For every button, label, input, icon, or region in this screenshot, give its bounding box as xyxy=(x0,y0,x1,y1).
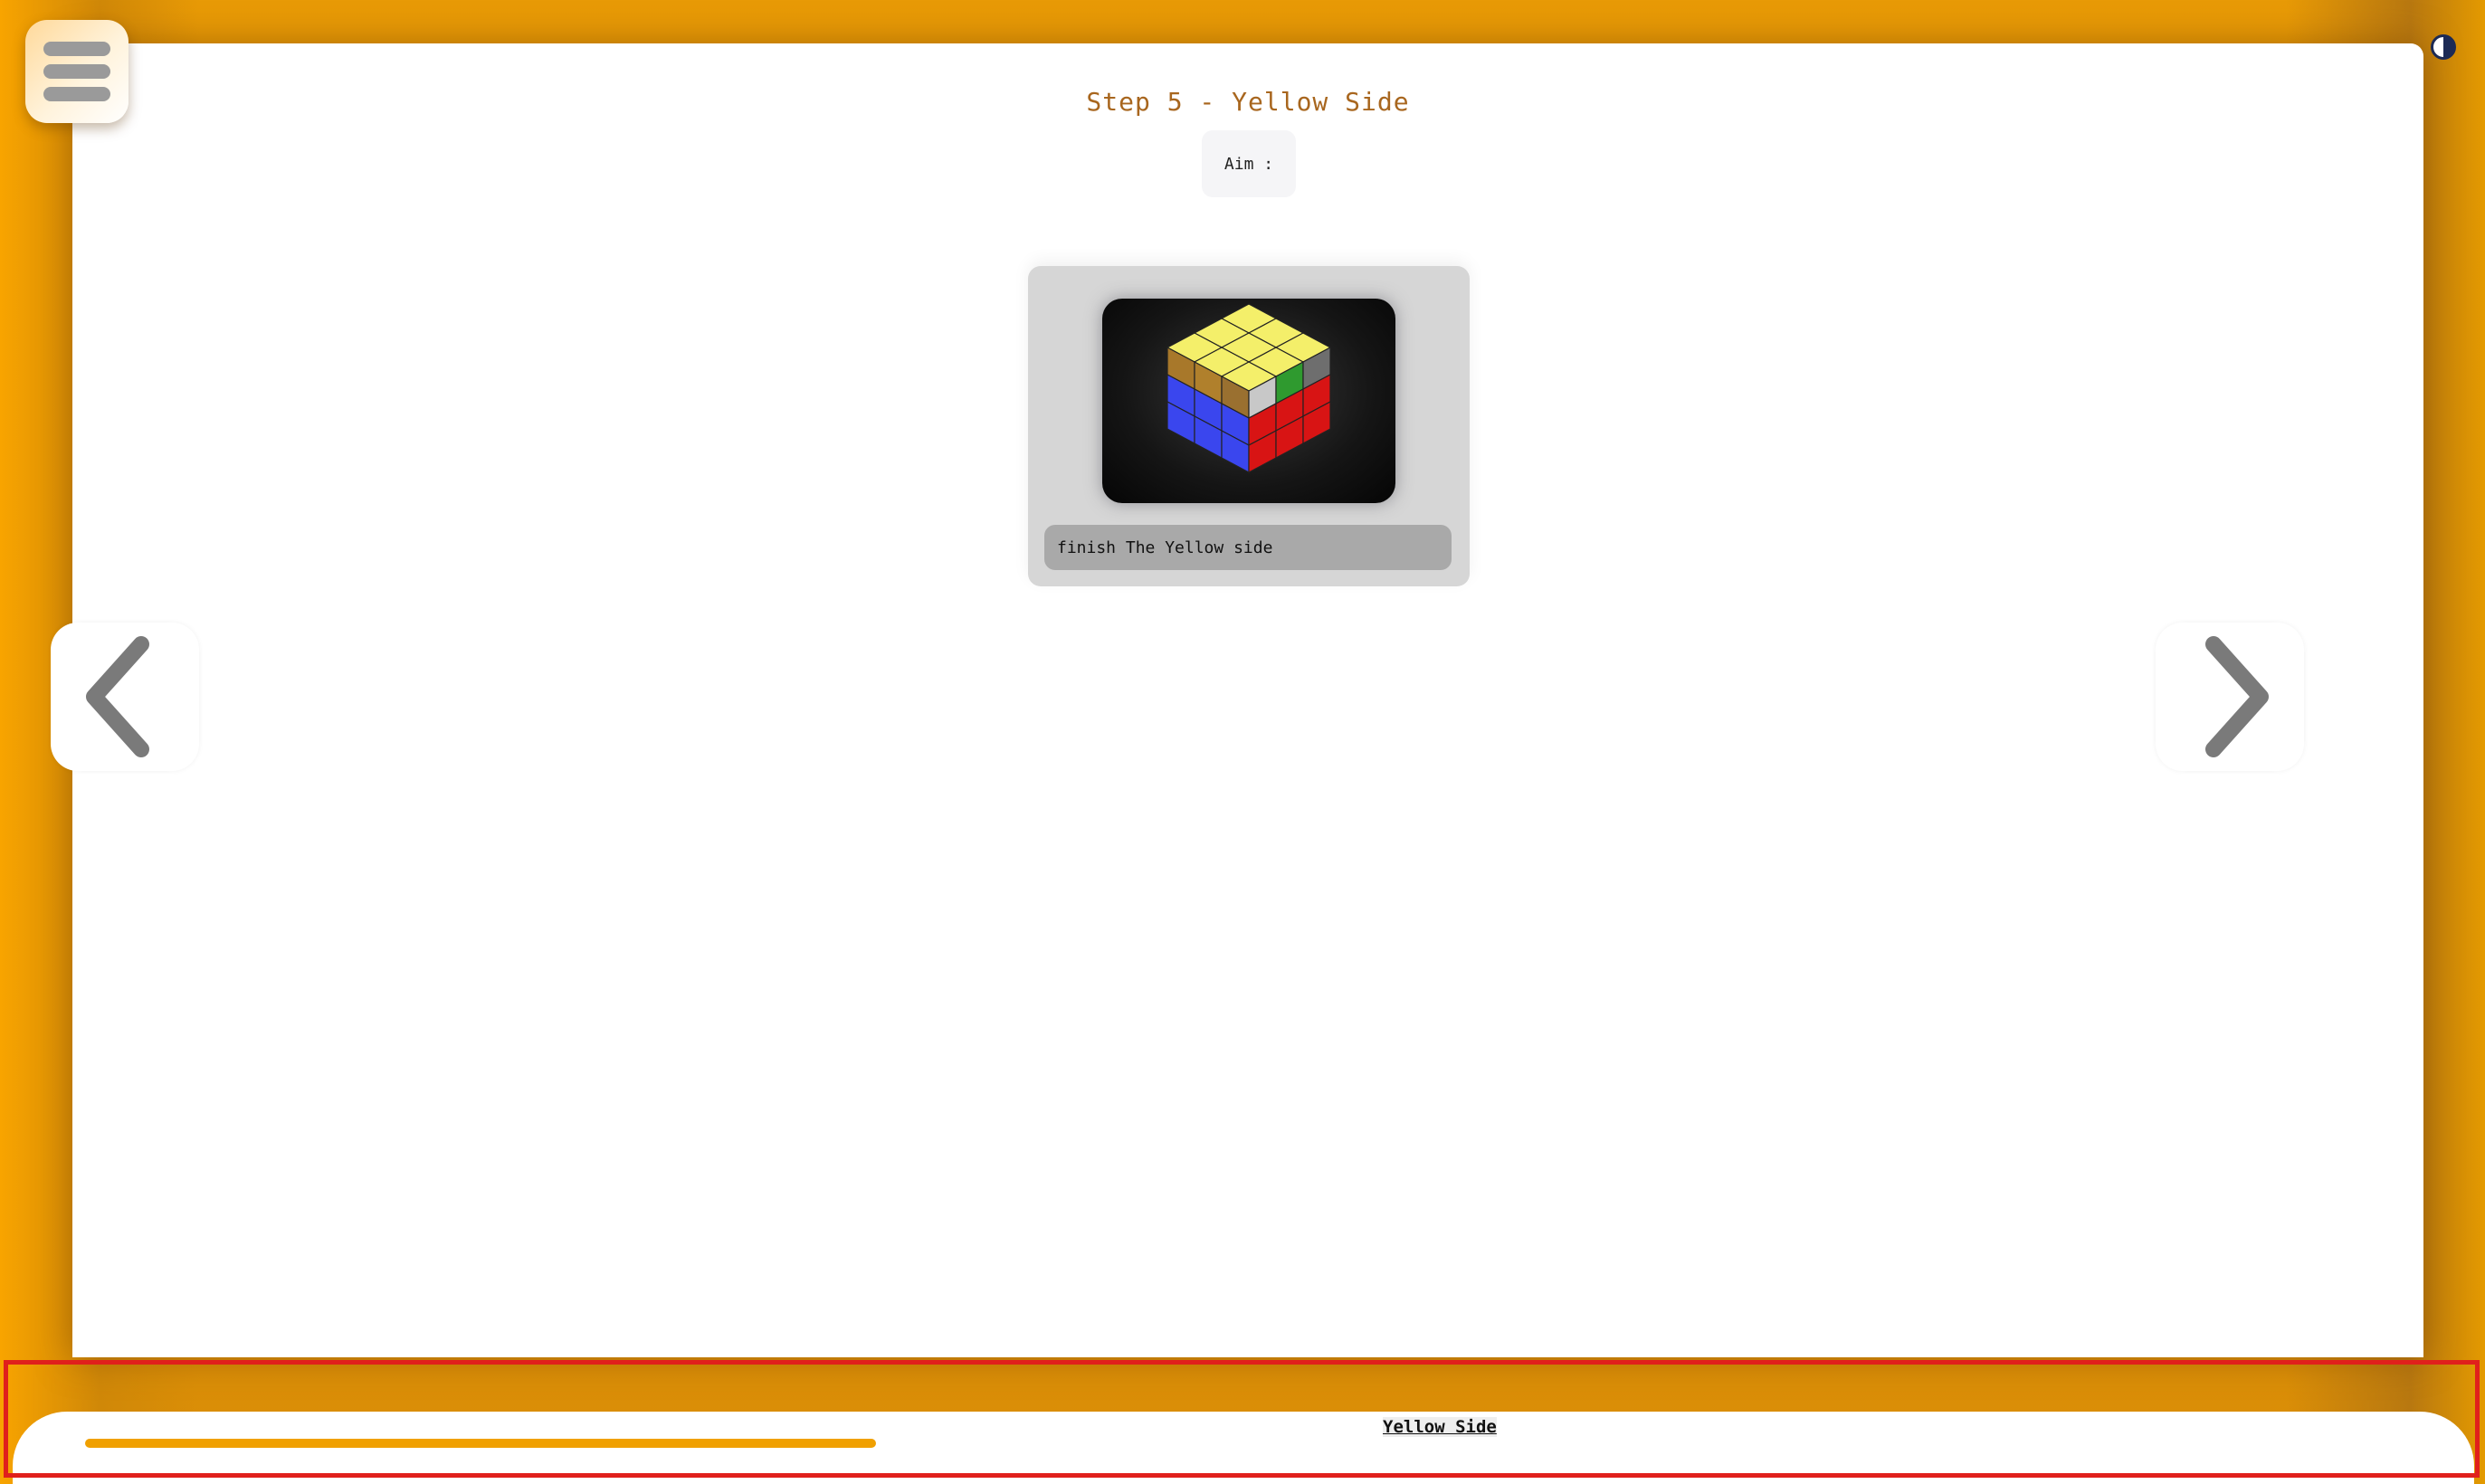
step-card: finish The Yellow side xyxy=(1028,266,1470,586)
hamburger-menu-icon[interactable] xyxy=(25,20,129,123)
contrast-toggle-icon[interactable] xyxy=(2431,34,2456,60)
menu-bar xyxy=(43,64,110,79)
menu-bar xyxy=(43,87,110,101)
chevron-right-icon xyxy=(2205,636,2269,757)
cube-illustration xyxy=(1166,303,1332,473)
footer-highlight-box xyxy=(4,1360,2480,1478)
page-title: Step 5 - Yellow Side xyxy=(1086,87,1410,117)
menu-bar xyxy=(43,42,110,56)
next-step-button[interactable] xyxy=(2156,623,2304,771)
aim-label: Aim : xyxy=(1202,130,1296,197)
chevron-left-icon xyxy=(86,636,149,757)
step-caption: finish The Yellow side xyxy=(1044,525,1452,570)
previous-step-button[interactable] xyxy=(51,623,199,771)
main-panel: Step 5 - Yellow Side Aim : finish The Ye… xyxy=(72,43,2423,1357)
rubiks-cube-image xyxy=(1102,299,1395,503)
